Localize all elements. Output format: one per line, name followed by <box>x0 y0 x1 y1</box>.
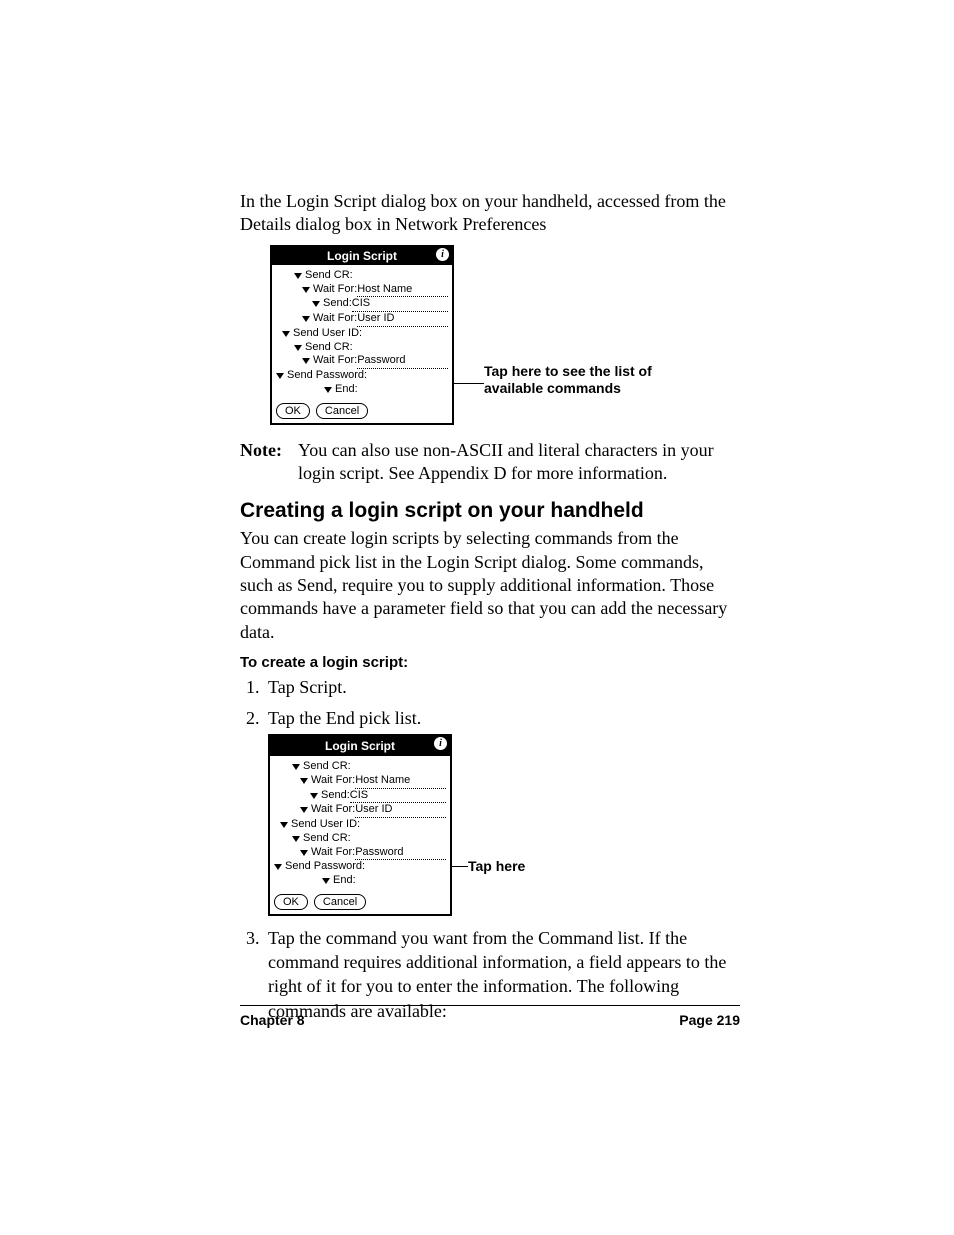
dropdown-triangle-icon[interactable] <box>312 301 320 307</box>
script-command: End: <box>335 383 358 397</box>
script-line[interactable]: Send: CIS <box>276 297 448 312</box>
script-line[interactable]: Wait For: Password <box>274 846 446 861</box>
script-value[interactable]: Host Name <box>357 283 448 298</box>
dialog-title-bar: Login Script i <box>270 736 450 756</box>
section-paragraph: You can create login scripts by selectin… <box>240 527 740 644</box>
dropdown-triangle-icon[interactable] <box>322 878 330 884</box>
callout-leader-line <box>452 866 468 867</box>
dropdown-triangle-icon[interactable] <box>292 836 300 842</box>
script-command: Wait For: <box>313 283 357 297</box>
script-line[interactable]: Send CR: <box>276 269 448 283</box>
dropdown-triangle-icon[interactable] <box>300 807 308 813</box>
heading-creating-login-script: Creating a login script on your handheld <box>240 499 740 523</box>
script-line[interactable]: Wait For: User ID <box>274 803 446 818</box>
script-command: Send CR: <box>303 832 351 846</box>
procedure-heading: To create a login script: <box>240 654 740 671</box>
dropdown-triangle-icon[interactable] <box>300 778 308 784</box>
note-label: Note: <box>240 439 298 486</box>
dropdown-triangle-icon[interactable] <box>310 793 318 799</box>
callout-text: Tap here <box>468 858 525 876</box>
script-command: Send CR: <box>303 760 351 774</box>
script-value[interactable]: Password <box>355 846 446 861</box>
login-script-dialog: Login Script i Send CR: Wait For: Host N… <box>270 245 454 425</box>
script-line[interactable]: Wait For: Password <box>276 354 448 369</box>
dropdown-triangle-icon[interactable] <box>302 316 310 322</box>
script-line[interactable]: Send: CIS <box>274 789 446 804</box>
script-value[interactable]: User ID <box>355 803 446 818</box>
step-2: Tap the End pick list. Login Script i Se… <box>264 706 740 916</box>
script-line[interactable]: Send Password: <box>274 860 446 874</box>
dialog-title-bar: Login Script i <box>272 247 452 265</box>
script-command: End: <box>333 874 356 888</box>
script-line[interactable]: Send CR: <box>274 760 446 774</box>
footer-page: Page 219 <box>679 1012 740 1028</box>
dropdown-triangle-icon[interactable] <box>282 331 290 337</box>
script-command: Send: <box>323 297 352 311</box>
script-line[interactable]: Wait For: Host Name <box>276 283 448 298</box>
script-value[interactable]: Host Name <box>355 774 446 789</box>
callout-leader-line <box>454 383 484 384</box>
script-command: Wait For: <box>313 354 357 368</box>
script-command: Send Password: <box>287 369 367 383</box>
script-line[interactable]: Send User ID: <box>276 327 448 341</box>
dropdown-triangle-icon[interactable] <box>280 822 288 828</box>
script-list: Send CR: Wait For: Host Name Send: CIS W… <box>270 756 450 890</box>
script-command: Wait For: <box>311 774 355 788</box>
script-line[interactable]: End: <box>274 874 446 888</box>
script-command: Send CR: <box>305 269 353 283</box>
script-command: Wait For: <box>313 312 357 326</box>
login-script-dialog: Login Script i Send CR: Wait For: Host N… <box>268 734 452 916</box>
dropdown-triangle-icon[interactable] <box>292 764 300 770</box>
script-value[interactable]: CIS <box>350 789 446 804</box>
dropdown-triangle-icon[interactable] <box>274 864 282 870</box>
callout-text: Tap here to see the list of available co… <box>484 363 704 398</box>
page-footer: Chapter 8 Page 219 <box>240 1005 740 1028</box>
dialog-title: Login Script <box>327 249 397 263</box>
figure-1: Login Script i Send CR: Wait For: Host N… <box>240 245 740 425</box>
script-command: Send User ID: <box>293 327 362 341</box>
script-value[interactable]: CIS <box>352 297 448 312</box>
dropdown-triangle-icon[interactable] <box>276 373 284 379</box>
script-command: Send User ID: <box>291 818 360 832</box>
cancel-button[interactable]: Cancel <box>314 894 366 910</box>
script-command: Send CR: <box>305 341 353 355</box>
info-icon[interactable]: i <box>436 248 449 261</box>
script-value[interactable]: Password <box>357 354 448 369</box>
script-list: Send CR: Wait For: Host Name Send: CIS W… <box>272 265 452 399</box>
script-command: Send: <box>321 789 350 803</box>
dropdown-triangle-icon[interactable] <box>324 387 332 393</box>
ok-button[interactable]: OK <box>274 894 308 910</box>
ok-button[interactable]: OK <box>276 403 310 419</box>
footer-chapter: Chapter 8 <box>240 1012 305 1028</box>
procedure-steps: Tap Script. Tap the End pick list. Login… <box>240 675 740 1023</box>
script-value[interactable]: User ID <box>357 312 448 327</box>
script-line[interactable]: Wait For: Host Name <box>274 774 446 789</box>
script-command: Wait For: <box>311 846 355 860</box>
script-line[interactable]: Send User ID: <box>274 818 446 832</box>
cancel-button[interactable]: Cancel <box>316 403 368 419</box>
script-line[interactable]: Send CR: <box>274 832 446 846</box>
script-command: Wait For: <box>311 803 355 817</box>
dropdown-triangle-icon[interactable] <box>300 850 308 856</box>
dialog-title: Login Script <box>325 739 395 753</box>
step-1: Tap Script. <box>264 675 740 699</box>
dropdown-triangle-icon[interactable] <box>294 345 302 351</box>
figure-2: Login Script i Send CR: Wait For: Host N… <box>268 734 740 916</box>
intro-paragraph: In the Login Script dialog box on your h… <box>240 190 740 237</box>
dropdown-triangle-icon[interactable] <box>302 358 310 364</box>
info-icon[interactable]: i <box>434 737 447 750</box>
script-command: Send Password: <box>285 860 365 874</box>
script-line[interactable]: Send Password: <box>276 369 448 383</box>
script-line[interactable]: End: <box>276 383 448 397</box>
script-line[interactable]: Send CR: <box>276 341 448 355</box>
dropdown-triangle-icon[interactable] <box>302 287 310 293</box>
note-block: Note: You can also use non-ASCII and lit… <box>240 439 740 486</box>
script-line[interactable]: Wait For: User ID <box>276 312 448 327</box>
dropdown-triangle-icon[interactable] <box>294 273 302 279</box>
note-text: You can also use non-ASCII and literal c… <box>298 439 740 486</box>
